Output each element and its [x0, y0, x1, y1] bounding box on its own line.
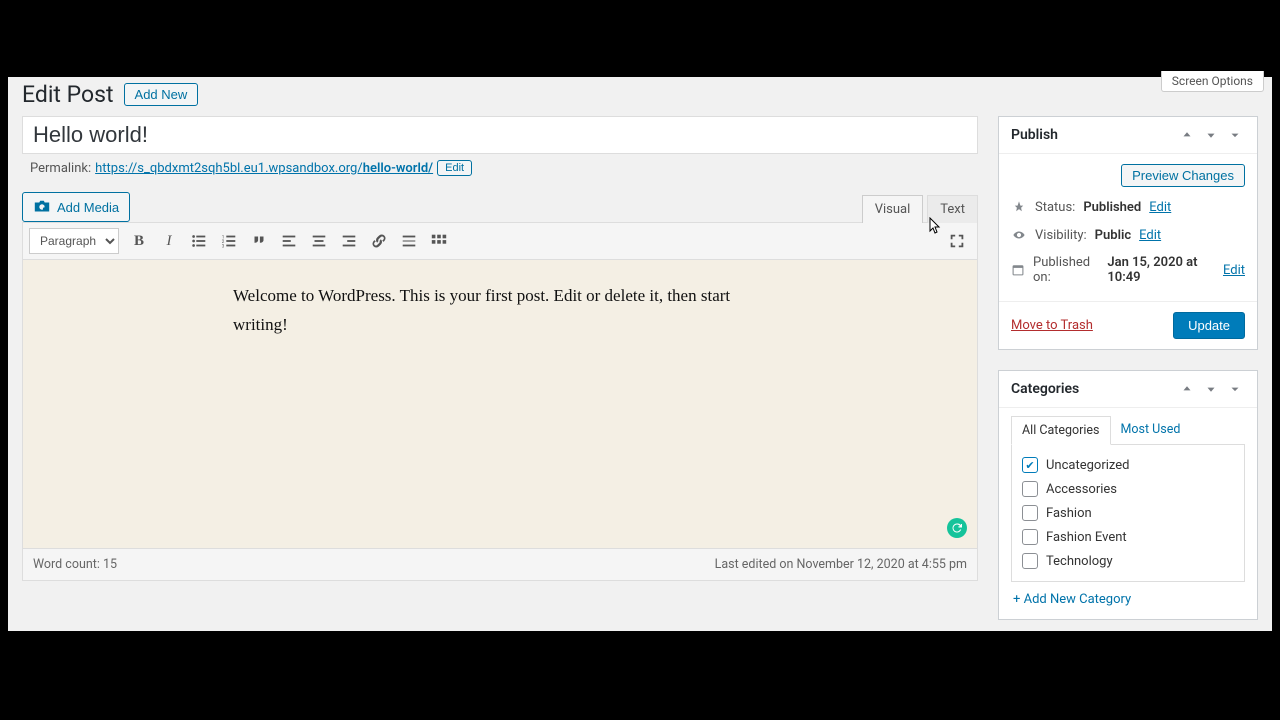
tab-text[interactable]: Text — [927, 195, 978, 223]
categories-box-title: Categories — [1011, 381, 1079, 397]
add-new-category-link[interactable]: + Add New Category — [1011, 582, 1245, 607]
post-title-input[interactable] — [22, 116, 978, 154]
category-item[interactable]: Accessories — [1020, 477, 1236, 501]
publish-box: Publish Preview Changes Status: Publish — [998, 116, 1258, 350]
align-left-button[interactable] — [275, 227, 303, 255]
category-label: Accessories — [1046, 482, 1117, 497]
status-label: Status: — [1035, 200, 1075, 215]
number-list-button[interactable]: 123 — [215, 227, 243, 255]
tab-all-categories[interactable]: All Categories — [1011, 416, 1111, 445]
category-checkbox[interactable] — [1022, 529, 1038, 545]
permalink-link[interactable]: https://s_qbdxmt2sqh5bl.eu1.wpsandbox.or… — [95, 161, 433, 176]
publish-box-title: Publish — [1011, 127, 1058, 143]
format-select[interactable]: Paragraph — [29, 228, 119, 254]
visibility-edit-link[interactable]: Edit — [1139, 228, 1161, 243]
status-edit-link[interactable]: Edit — [1149, 200, 1171, 215]
bold-button[interactable]: B — [125, 227, 153, 255]
category-checkbox[interactable] — [1022, 481, 1038, 497]
svg-text:3: 3 — [222, 243, 225, 249]
add-media-button[interactable]: Add Media — [22, 192, 130, 222]
editor-text: Welcome to WordPress. This is your first… — [233, 286, 730, 334]
permalink-label: Permalink: — [30, 161, 91, 176]
toggle-panel-icon[interactable] — [1225, 379, 1245, 399]
categories-box: Categories All Categories Most Used Unca… — [998, 370, 1258, 620]
calendar-icon — [1011, 262, 1025, 278]
category-item[interactable]: Uncategorized — [1020, 453, 1236, 477]
category-checkbox[interactable] — [1022, 553, 1038, 569]
italic-button[interactable]: I — [155, 227, 183, 255]
pin-icon — [1011, 199, 1027, 215]
toggle-panel-icon[interactable] — [1225, 125, 1245, 145]
editor-content[interactable]: Welcome to WordPress. This is your first… — [22, 259, 978, 549]
page-title: Edit Post — [22, 81, 114, 108]
camera-music-icon — [33, 198, 51, 216]
toolbar-toggle-button[interactable] — [425, 227, 453, 255]
link-button[interactable] — [365, 227, 393, 255]
last-edited: Last edited on November 12, 2020 at 4:55… — [715, 557, 967, 572]
move-up-icon[interactable] — [1177, 125, 1197, 145]
preview-changes-button[interactable]: Preview Changes — [1121, 164, 1245, 187]
align-center-button[interactable] — [305, 227, 333, 255]
category-item[interactable]: Technology — [1020, 549, 1236, 573]
tab-visual[interactable]: Visual — [862, 195, 924, 223]
visibility-label: Visibility: — [1035, 228, 1087, 243]
grammarly-icon[interactable] — [947, 518, 967, 538]
move-up-icon[interactable] — [1177, 379, 1197, 399]
status-value: Published — [1083, 200, 1141, 215]
category-label: Fashion — [1046, 506, 1092, 521]
category-label: Fashion Event — [1046, 530, 1127, 545]
tab-most-used[interactable]: Most Used — [1111, 416, 1191, 444]
category-list: Uncategorized Accessories Fashion Fashion E… — [1011, 445, 1245, 582]
align-right-button[interactable] — [335, 227, 363, 255]
readmore-button[interactable] — [395, 227, 423, 255]
word-count: Word count: 15 — [33, 557, 117, 572]
update-button[interactable]: Update — [1173, 312, 1245, 339]
permalink-edit-button[interactable]: Edit — [437, 160, 472, 176]
bullet-list-button[interactable] — [185, 227, 213, 255]
add-new-button[interactable]: Add New — [124, 83, 199, 106]
published-label: Published on: — [1033, 255, 1099, 285]
category-checkbox[interactable] — [1022, 505, 1038, 521]
visibility-value: Public — [1095, 228, 1131, 243]
fullscreen-button[interactable] — [943, 227, 971, 255]
category-label: Technology — [1046, 554, 1113, 569]
move-down-icon[interactable] — [1201, 379, 1221, 399]
published-edit-link[interactable]: Edit — [1223, 263, 1245, 278]
category-item[interactable]: Fashion Event — [1020, 525, 1236, 549]
move-down-icon[interactable] — [1201, 125, 1221, 145]
blockquote-button[interactable] — [245, 227, 273, 255]
category-item[interactable]: Fashion — [1020, 501, 1236, 525]
published-value: Jan 15, 2020 at 10:49 — [1107, 255, 1215, 285]
editor-toolbar: Paragraph B I 123 — [22, 222, 978, 259]
eye-icon — [1011, 227, 1027, 243]
screen-options-button[interactable]: Screen Options — [1161, 71, 1264, 92]
add-media-label: Add Media — [57, 200, 119, 215]
category-label: Uncategorized — [1046, 458, 1129, 473]
category-checkbox[interactable] — [1022, 457, 1038, 473]
move-to-trash-link[interactable]: Move to Trash — [1011, 318, 1093, 333]
